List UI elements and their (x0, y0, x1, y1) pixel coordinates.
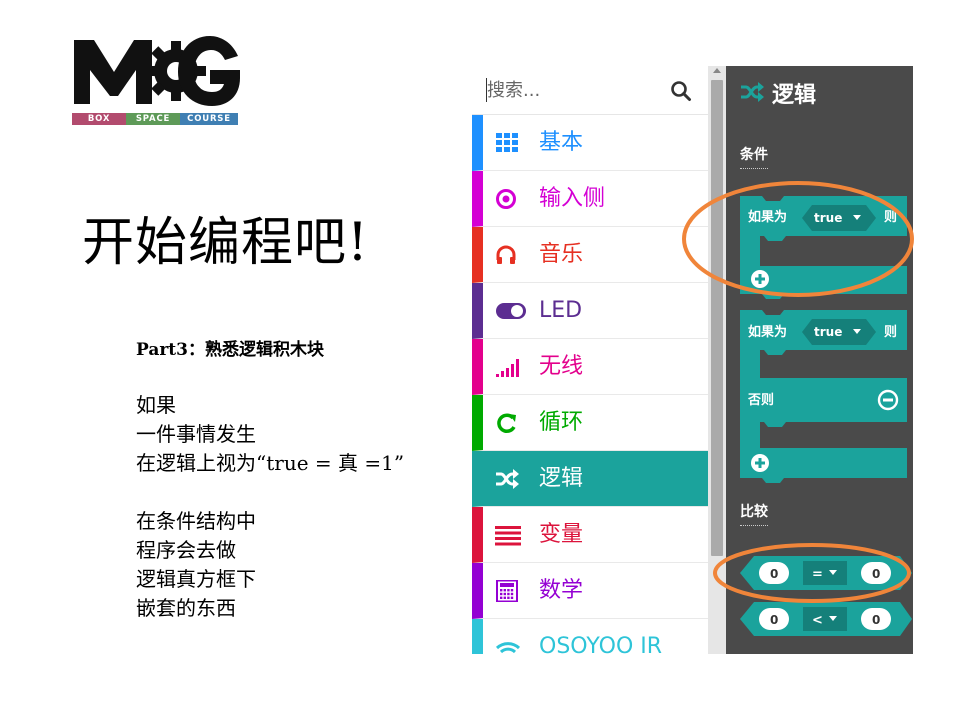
paragraph-conditional: 在条件结构中 程序会去做 逻辑真方框下 嵌套的东西 (136, 507, 256, 623)
calculator-icon (495, 579, 519, 603)
category-label: 循环 (539, 410, 584, 435)
compare-less-than-block[interactable]: 0 < 0 (740, 602, 912, 636)
true-value: true (814, 211, 842, 225)
logo-segment-course: COURSE (180, 113, 238, 125)
refresh-icon (495, 412, 519, 434)
category-label: LED (539, 298, 583, 323)
category-refresh[interactable]: 循环 (472, 395, 708, 451)
category-label: 数学 (539, 578, 584, 603)
compare-right-value[interactable]: 0 (872, 613, 880, 627)
logo-segment-space: SPACE (126, 113, 180, 125)
body-line: 一件事情发生 (136, 422, 256, 446)
scroll-up-arrow-icon[interactable] (713, 68, 721, 73)
category-wifi[interactable]: OSOYOO IR (472, 619, 708, 654)
if-then-block[interactable]: 如果为 true 则 (740, 196, 907, 299)
category-label: 无线 (539, 354, 584, 379)
if-label: 如果为 (748, 209, 787, 225)
compare-operator[interactable]: < (812, 613, 823, 628)
body-line: 在逻辑上视为“true = 真 =1” (136, 451, 405, 475)
category-list: 基本输入侧音乐 LED 无线循环逻辑变量数学 OSOYOO IR (472, 115, 708, 654)
if-label: 如果为 (748, 324, 787, 340)
category-label: 输入侧 (539, 186, 606, 211)
category-headphones[interactable]: 音乐 (472, 227, 708, 283)
category-label: 基本 (539, 130, 584, 155)
logic-blocks-canvas: 如果为 true 则 如果为 true 则 否则 0 = 0 0 < 0 (740, 196, 912, 636)
slide-title: 开始编程吧! (82, 213, 369, 273)
category-shuffle[interactable]: 逻辑 (472, 451, 708, 507)
category-grid[interactable]: 基本 (472, 115, 708, 171)
compare-left-value[interactable]: 0 (770, 567, 778, 581)
part-heading: Part3：熟悉逻辑积木块 (136, 340, 324, 360)
body-line: 程序会去做 (136, 538, 236, 562)
signal-bars-icon (495, 356, 519, 378)
body-line: 逻辑真方框下 (136, 567, 256, 591)
else-label: 否则 (747, 392, 774, 408)
category-target[interactable]: 输入侧 (472, 171, 708, 227)
category-list-lines[interactable]: 变量 (472, 507, 708, 563)
search-input[interactable] (486, 78, 667, 102)
true-value: true (814, 325, 842, 339)
toolbox-search (472, 66, 708, 115)
category-label: 音乐 (539, 242, 584, 267)
search-icon[interactable] (670, 80, 692, 102)
logic-flyout: 逻辑 条件 比较 如果为 true 则 如果为 true 则 否则 0 = 0 … (726, 66, 913, 654)
shuffle-icon (495, 468, 519, 490)
scroll-thumb[interactable] (711, 80, 723, 556)
toggle-icon (495, 300, 526, 322)
mg-logo-mark (74, 36, 240, 106)
makecode-screenshot: 基本输入侧音乐 LED 无线循环逻辑变量数学 OSOYOO IR 逻辑 条件 比较 如… (472, 66, 913, 654)
compare-left-value[interactable]: 0 (770, 613, 778, 627)
body-line: 嵌套的东西 (136, 596, 236, 620)
category-calculator[interactable]: 数学 (472, 563, 708, 619)
plus-circle-icon[interactable] (751, 454, 769, 472)
category-label: 逻辑 (539, 466, 584, 491)
compare-equals-block[interactable]: 0 = 0 (740, 556, 912, 590)
logo: BOX SPACE COURSE (72, 34, 242, 126)
target-icon (495, 188, 519, 210)
if-else-block[interactable]: 如果为 true 则 否则 (740, 310, 907, 483)
category-label: OSOYOO IR (539, 634, 663, 654)
body-line: 如果 (136, 393, 176, 417)
list-lines-icon (495, 524, 521, 546)
category-label: 变量 (539, 522, 584, 547)
compare-right-value[interactable]: 0 (872, 567, 880, 581)
logo-segment-box: BOX (72, 113, 126, 125)
then-label: 则 (884, 209, 897, 225)
headphones-icon (495, 244, 519, 266)
toolbox-scrollbar[interactable] (708, 66, 726, 654)
paragraph-if-true: 如果 一件事情发生 在逻辑上视为“true = 真 =1” (136, 391, 404, 478)
wifi-icon (495, 636, 521, 654)
plus-circle-icon[interactable] (751, 270, 769, 288)
then-label: 则 (884, 324, 897, 340)
body-line: 在条件结构中 (136, 509, 256, 533)
compare-operator[interactable]: = (812, 567, 823, 582)
grid-icon (495, 132, 519, 154)
logo-tagline-bar: BOX SPACE COURSE (72, 113, 238, 125)
category-toggle[interactable]: LED (472, 283, 708, 339)
category-signal-bars[interactable]: 无线 (472, 339, 708, 395)
